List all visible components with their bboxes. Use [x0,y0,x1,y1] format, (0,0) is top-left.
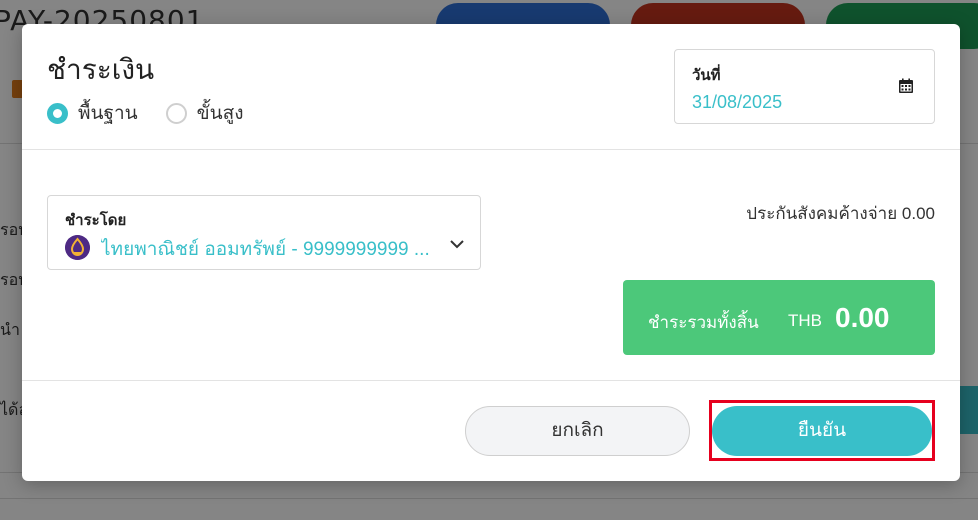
scb-bank-icon [65,235,90,260]
radio-unselected-icon[interactable] [165,102,187,124]
date-value[interactable]: 31/08/2025 [692,92,782,113]
highlight-box [709,400,935,461]
header-divider [22,149,960,150]
chevron-down-icon[interactable] [449,238,465,250]
dialog-title: ชำระเงิน [47,54,155,85]
radio-selected-icon[interactable] [47,102,68,124]
footer-divider [22,380,960,381]
mode-option-label: ขั้นสูง [196,103,244,124]
calendar-icon[interactable] [898,78,914,94]
grand-total-box: ชำระรวมทั้งสิ้น THB 0.00 [623,280,935,355]
pay-by-value: ไทยพาณิชย์ ออมทรัพย์ - 9999999999 ... [101,239,430,260]
date-label: วันที่ [692,67,721,84]
mode-option-advanced[interactable]: ขั้นสูง [165,98,244,128]
pay-by-label: ชำระโดย [65,212,127,229]
total-label: ชำระรวมทั้งสิ้น [648,313,759,332]
mode-option-basic[interactable]: พื้นฐาน [47,98,138,128]
payment-mode-group: พื้นฐาน ขั้นสูง [47,98,244,128]
pay-by-select[interactable]: ชำระโดย ไทยพาณิชย์ ออมทรัพย์ - 999999999… [47,195,481,270]
payment-dialog: ชำระเงิน พื้นฐาน ขั้นสูง วันที่ 31/08/20… [22,24,960,481]
date-field[interactable]: วันที่ 31/08/2025 [674,49,935,124]
social-security-outstanding: ประกันสังคมค้างจ่าย 0.00 [746,204,935,223]
cancel-button[interactable]: ยกเลิก [465,406,690,456]
total-currency: THB [788,311,822,330]
total-amount: 0.00 [835,302,890,333]
mode-option-label: พื้นฐาน [78,103,138,124]
